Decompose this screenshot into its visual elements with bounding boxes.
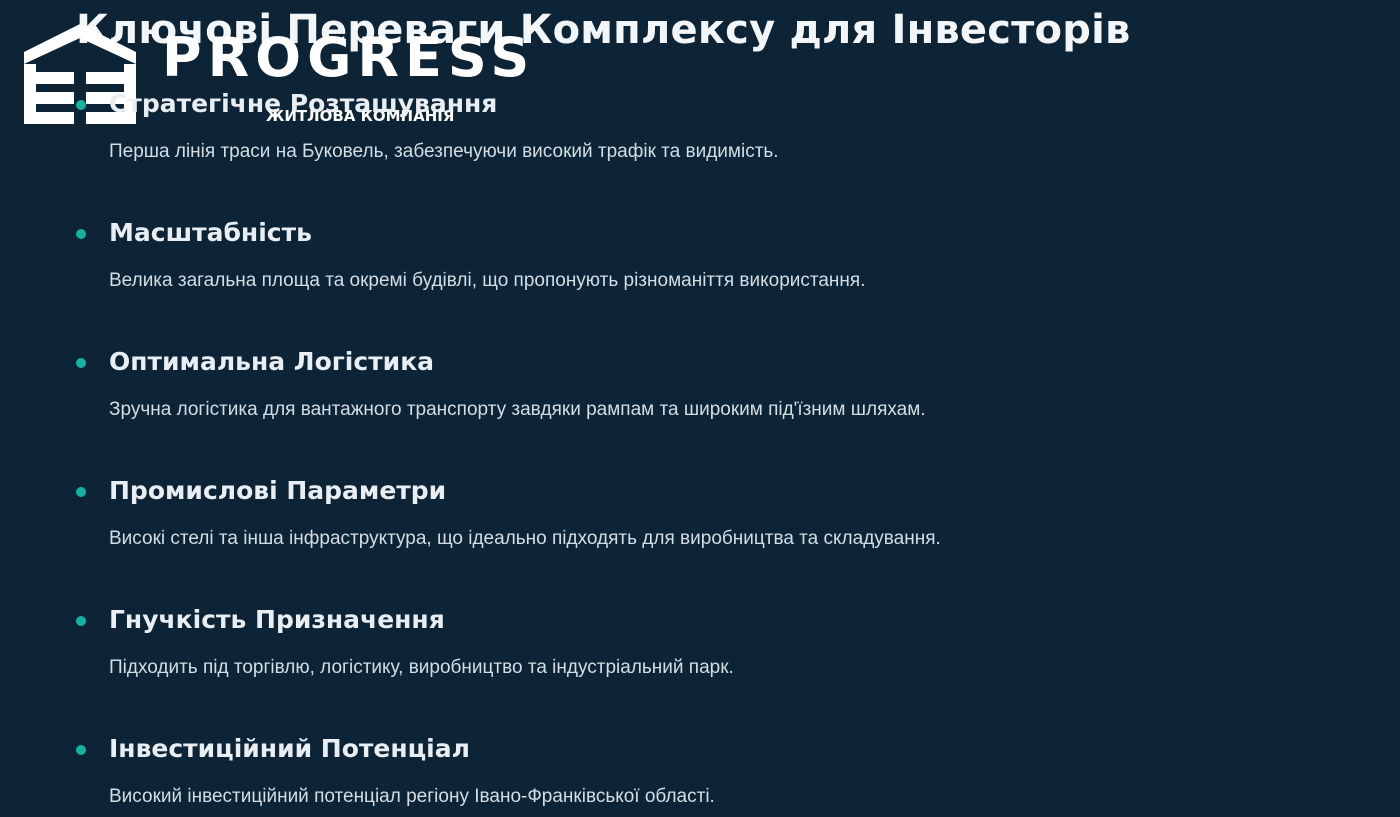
feature-description: Підходить під торгівлю, логістику, вироб… (109, 657, 734, 678)
feature-title: Оптимальна Логістика (109, 347, 435, 376)
bullet-dot-icon (76, 358, 86, 368)
feature-title: Стратегічне Розташування (109, 89, 498, 118)
feature-description: Зручна логістика для вантажного транспор… (109, 399, 926, 420)
bullet-dot-icon (76, 229, 86, 239)
feature-description: Високий інвестиційний потенціал регіону … (109, 786, 715, 807)
bullet-dot-icon (76, 487, 86, 497)
features-list: Стратегічне Розташування Перша лінія тра… (72, 82, 1272, 817)
feature-title: Масштабність (109, 218, 312, 247)
feature-description: Велика загальна площа та окремі будівлі,… (109, 270, 866, 291)
feature-item: Оптимальна Логістика Зручна логістика дл… (72, 340, 1272, 469)
feature-item: Гнучкість Призначення Підходить під торг… (72, 598, 1272, 727)
feature-title: Промислові Параметри (109, 476, 447, 505)
logo-wordmark: PROGRESS (162, 26, 536, 89)
feature-title: Інвестиційний Потенціал (109, 734, 470, 763)
bullet-dot-icon (76, 100, 86, 110)
feature-item: Стратегічне Розташування Перша лінія тра… (72, 82, 1272, 211)
feature-item: Масштабність Велика загальна площа та ок… (72, 211, 1272, 340)
feature-description: Високі стелі та інша інфраструктура, що … (109, 528, 941, 549)
bullet-dot-icon (76, 616, 86, 626)
feature-description: Перша лінія траси на Буковель, забезпечу… (109, 141, 779, 162)
bullet-dot-icon (76, 745, 86, 755)
feature-item: Інвестиційний Потенціал Високий інвестиц… (72, 727, 1272, 817)
feature-item: Промислові Параметри Високі стелі та інш… (72, 469, 1272, 598)
feature-title: Гнучкість Призначення (109, 605, 445, 634)
